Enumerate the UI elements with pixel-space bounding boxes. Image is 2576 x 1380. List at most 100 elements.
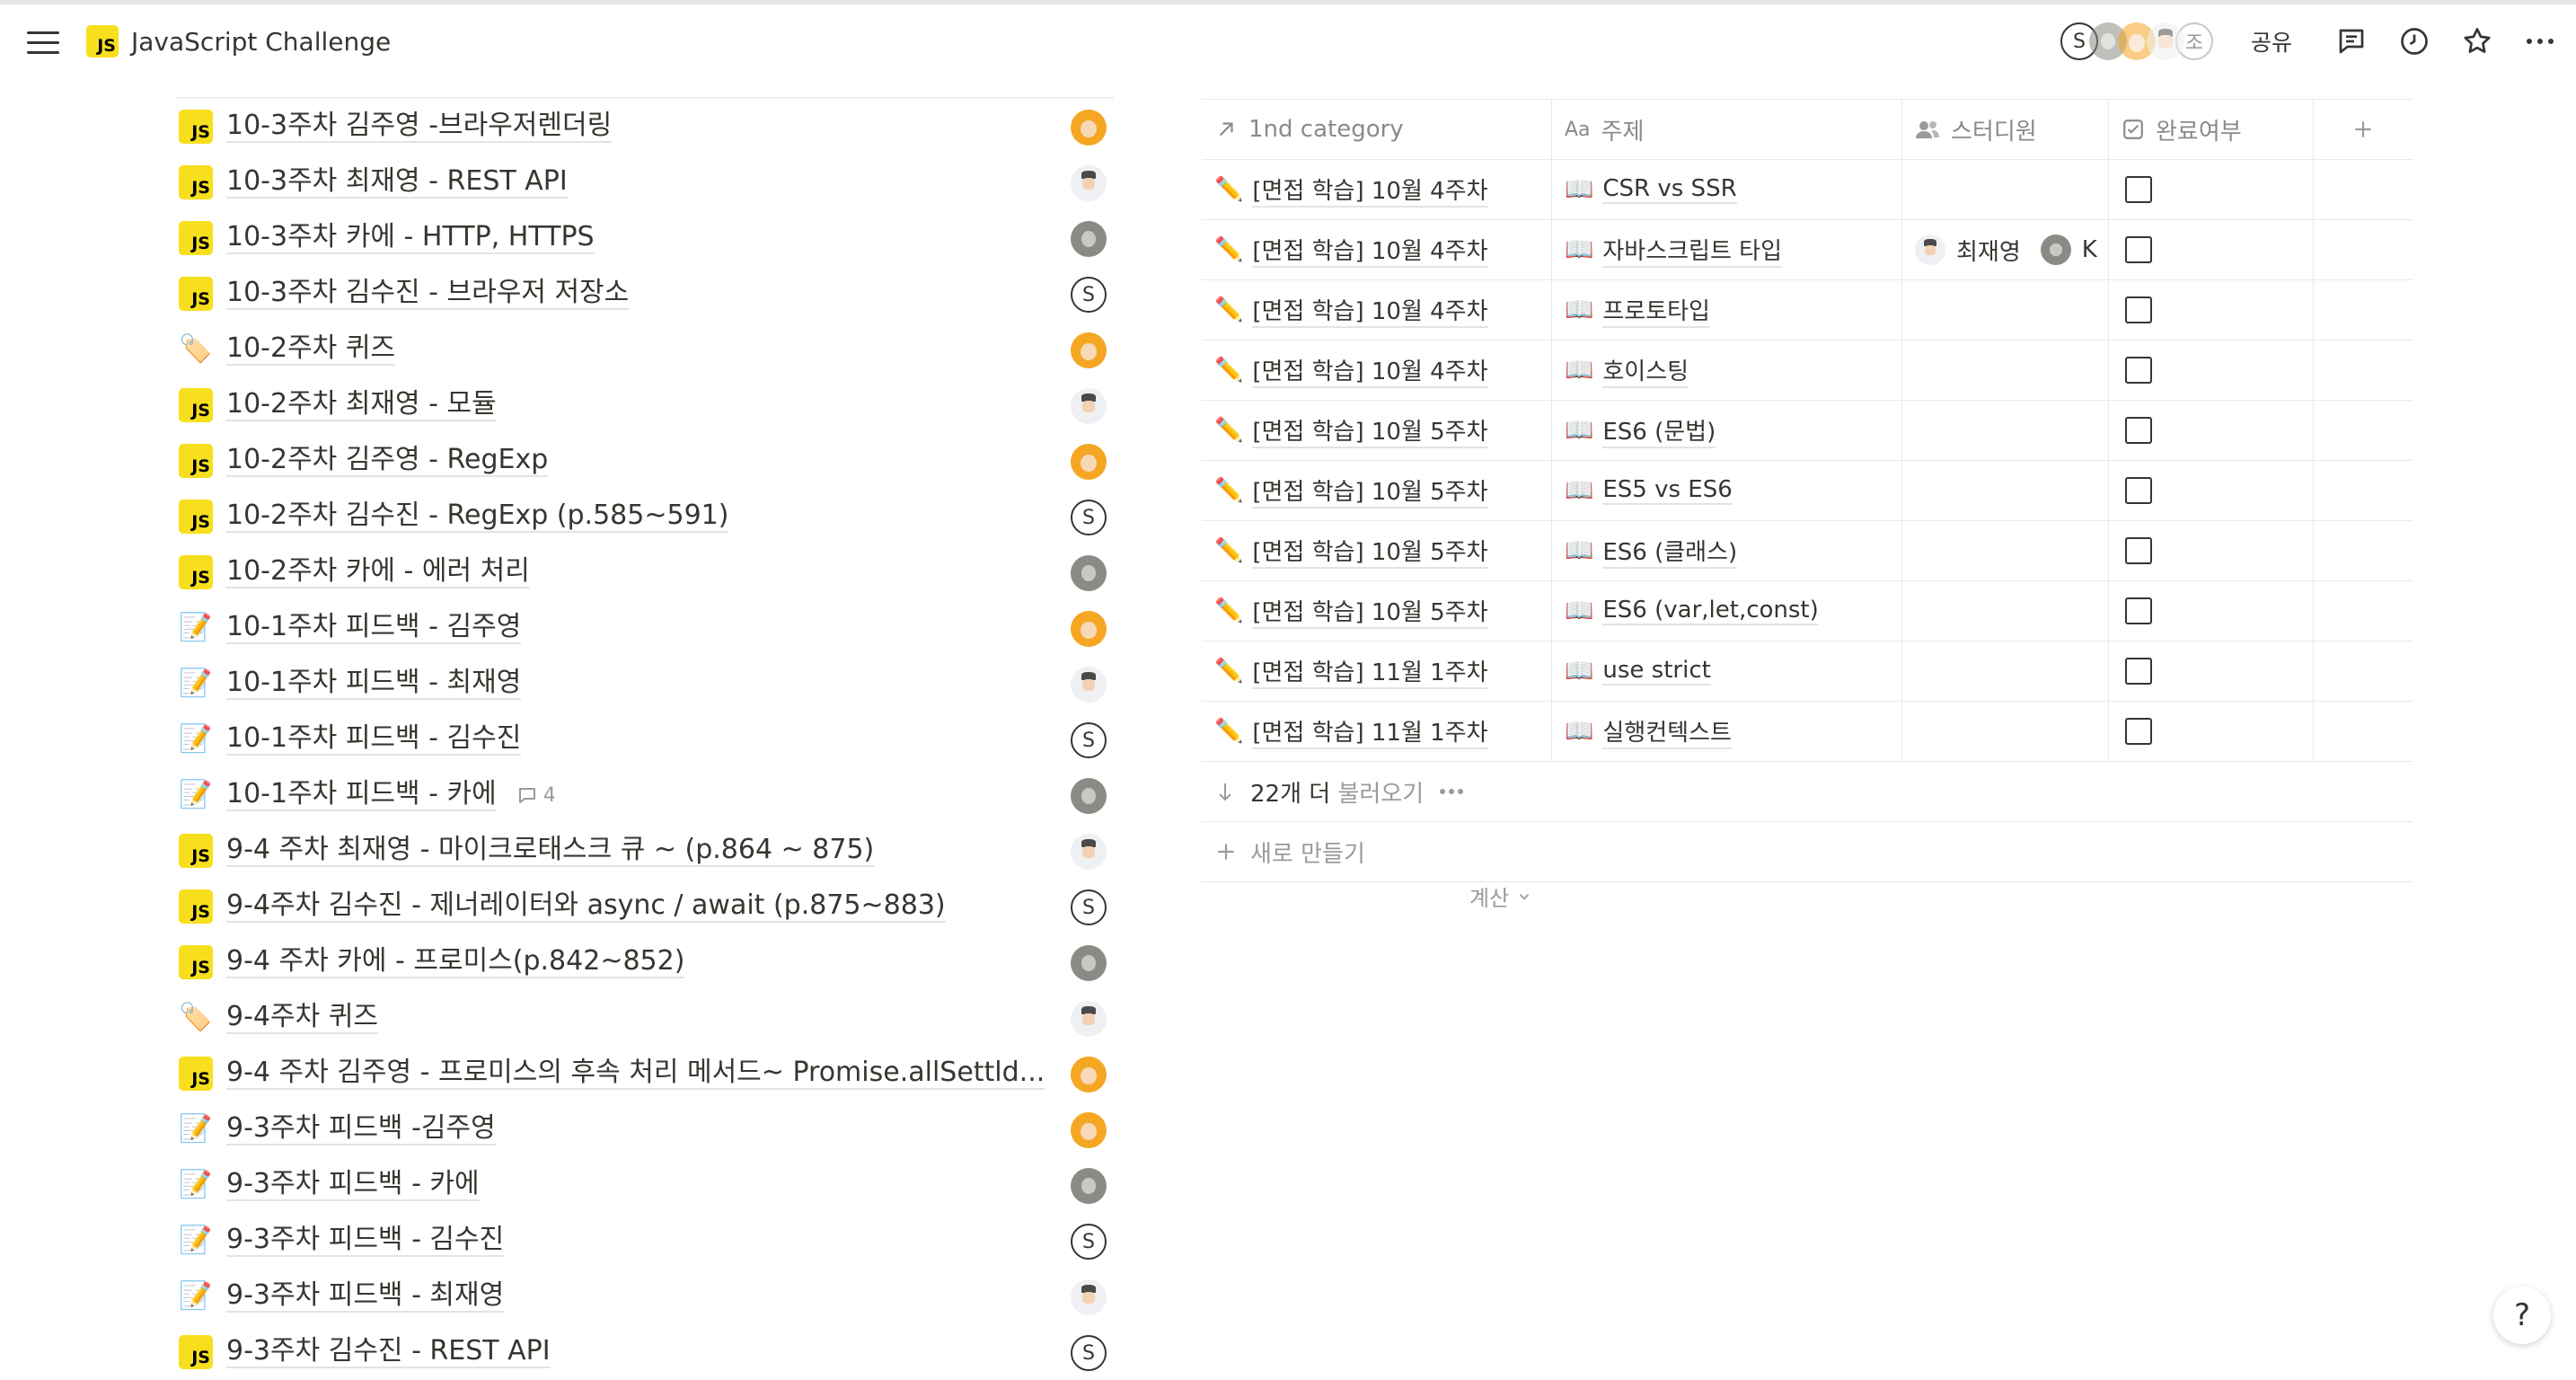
list-item[interactable]: 📝 9-3주차 피드백 - 카에 [176,1157,1114,1213]
list-item-title[interactable]: 9-3주차 피드백 - 최재영 [226,1280,505,1314]
topic-cell[interactable]: 📖 프로토타입 [1552,280,1902,340]
list-item[interactable]: 📝 10-1주차 피드백 - 김수진 S [176,712,1114,767]
list-item[interactable]: 📝 10-1주차 피드백 - 김주영 [176,600,1114,656]
category-link[interactable]: [면접 학습] 10월 5주차 [1252,473,1488,509]
category-cell[interactable]: ✏️ [면접 학습] 10월 4주차 [1202,220,1552,279]
members-cell[interactable] [1902,280,2109,340]
comment-count[interactable]: 4 [516,784,556,807]
topic-cell[interactable]: 📖 ES6 (클래스) [1552,521,1902,580]
done-checkbox[interactable] [2125,296,2152,323]
list-item-title[interactable]: 10-2주차 최재영 - 모듈 [226,389,497,422]
done-checkbox[interactable] [2125,357,2152,384]
help-button[interactable]: ? [2493,1287,2551,1344]
more-dots-icon[interactable] [2522,23,2558,59]
category-link[interactable]: [면접 학습] 10월 4주차 [1252,172,1488,208]
history-clock-icon[interactable] [2396,23,2432,59]
list-item[interactable]: 📝 9-3주차 피드백 -김주영 [176,1101,1114,1157]
done-checkbox[interactable] [2125,537,2152,564]
list-item-title[interactable]: 9-3주차 피드백 - 카에 [226,1169,480,1202]
members-cell[interactable] [1902,702,2109,761]
category-cell[interactable]: ✏️ [면접 학습] 10월 5주차 [1202,401,1552,460]
category-cell[interactable]: ✏️ [면접 학습] 10월 4주차 [1202,160,1552,219]
list-item[interactable]: JS 10-3주차 카에 - HTTP, HTTPS [176,210,1114,266]
list-item[interactable]: 🏷️ 10-2주차 퀴즈 [176,322,1114,377]
list-item[interactable]: JS 9-4 주차 카에 - 프로미스(p.842~852) [176,934,1114,990]
list-item-title[interactable]: 10-3주차 김주영 -브라우저렌더링 [226,111,613,144]
category-link[interactable]: [면접 학습] 10월 4주차 [1252,233,1488,268]
done-checkbox[interactable] [2125,597,2152,624]
category-cell[interactable]: ✏️ [면접 학습] 10월 4주차 [1202,341,1552,400]
list-item-title[interactable]: 10-1주차 피드백 - 최재영 [226,668,522,701]
list-item[interactable]: JS 10-2주차 카에 - 에러 처리 [176,544,1114,600]
category-link[interactable]: [면접 학습] 10월 5주차 [1252,413,1488,448]
topic-link[interactable]: ES5 vs ES6 [1602,476,1733,505]
topic-link[interactable]: 자바스크립트 타입 [1602,233,1782,268]
list-item-title[interactable]: 10-3주차 최재영 - REST API [226,166,568,199]
category-link[interactable]: [면접 학습] 11월 1주차 [1252,654,1488,689]
comment-icon[interactable] [2333,23,2369,59]
done-checkbox[interactable] [2125,658,2152,685]
list-item-title[interactable]: 9-4 주차 최재영 - 마이크로태스크 큐 ~ (p.864 ~ 875) [226,835,875,868]
list-item-title[interactable]: 10-3주차 김수진 - 브라우저 저장소 [226,278,630,311]
list-item[interactable]: JS 10-3주차 김수진 - 브라우저 저장소 S [176,266,1114,322]
list-item-title[interactable]: 10-1주차 피드백 - 김주영 [226,612,522,645]
done-checkbox[interactable] [2125,417,2152,444]
favorite-star-icon[interactable] [2459,23,2495,59]
members-cell[interactable] [1902,581,2109,641]
list-item-title[interactable]: 9-3주차 김수진 - REST API [226,1336,551,1369]
topic-link[interactable]: 실행컨텍스트 [1602,714,1732,749]
topic-cell[interactable]: 📖 use strict [1552,641,1902,701]
topic-cell[interactable]: 📖 ES6 (var,let,const) [1552,581,1902,641]
list-item-title[interactable]: 10-3주차 카에 - HTTP, HTTPS [226,222,595,255]
list-item[interactable]: JS 10-3주차 최재영 - REST API [176,155,1114,210]
category-cell[interactable]: ✏️ [면접 학습] 10월 5주차 [1202,581,1552,641]
category-link[interactable]: [면접 학습] 10월 4주차 [1252,353,1488,388]
category-link[interactable]: [면접 학습] 10월 5주차 [1252,594,1488,629]
members-cell[interactable] [1902,401,2109,460]
topic-link[interactable]: 호이스팅 [1602,353,1689,388]
list-item-title[interactable]: 10-1주차 피드백 - 김수진 [226,723,522,756]
list-item[interactable]: JS 9-4 주차 김주영 - 프로미스의 후속 처리 메서드~ Promise.… [176,1046,1114,1101]
page-title[interactable]: JavaScript Challenge [131,27,391,57]
breadcrumb[interactable]: JS JavaScript Challenge [86,25,391,58]
column-header-done[interactable]: 완료여부 [2109,100,2314,159]
list-item-title[interactable]: 9-3주차 피드백 - 김수진 [226,1225,505,1258]
topic-cell[interactable]: 📖 ES6 (문법) [1552,401,1902,460]
list-item[interactable]: 📝 10-1주차 피드백 - 최재영 [176,656,1114,712]
list-item[interactable]: JS 9-4주차 김수진 - 제너레이터와 async / await (p.87… [176,879,1114,934]
sidebar-menu-icon[interactable] [27,27,59,54]
category-cell[interactable]: ✏️ [면접 학습] 10월 5주차 [1202,521,1552,580]
list-item[interactable]: JS 9-4 주차 최재영 - 마이크로태스크 큐 ~ (p.864 ~ 875) [176,823,1114,879]
add-column-button[interactable] [2314,100,2413,159]
topic-link[interactable]: use strict [1602,657,1711,686]
list-item-title[interactable]: 9-4 주차 김주영 - 프로미스의 후속 처리 메서드~ Promise.al… [226,1057,1045,1091]
topic-link[interactable]: 프로토타입 [1602,293,1710,328]
category-cell[interactable]: ✏️ [면접 학습] 11월 1주차 [1202,641,1552,701]
list-item[interactable]: 🏷️ 9-4주차 퀴즈 [176,990,1114,1046]
load-more-button[interactable]: 22개 더 불러오기 [1202,762,2413,822]
more-dots-icon[interactable] [1438,787,1465,796]
members-cell[interactable] [1902,521,2109,580]
members-cell[interactable] [1902,461,2109,520]
topic-cell[interactable]: 📖 CSR vs SSR [1552,160,1902,219]
list-item-title[interactable]: 10-2주차 카에 - 에러 처리 [226,556,530,589]
topic-cell[interactable]: 📖 실행컨텍스트 [1552,702,1902,761]
done-checkbox[interactable] [2125,236,2152,263]
list-item[interactable]: 📝 10-1주차 피드백 - 카에 4 [176,767,1114,823]
topic-cell[interactable]: 📖 자바스크립트 타입 [1552,220,1902,279]
list-item-title[interactable]: 9-4주차 김수진 - 제너레이터와 async / await (p.875~… [226,890,946,924]
topic-cell[interactable]: 📖 ES5 vs ES6 [1552,461,1902,520]
list-item[interactable]: JS 10-2주차 김주영 - RegExp [176,433,1114,489]
category-cell[interactable]: ✏️ [면접 학습] 10월 5주차 [1202,461,1552,520]
calculate-dropdown[interactable]: 계산 [1469,880,1532,912]
category-link[interactable]: [면접 학습] 10월 4주차 [1252,293,1488,328]
topic-cell[interactable]: 📖 호이스팅 [1552,341,1902,400]
topic-link[interactable]: ES6 (문법) [1602,413,1716,448]
list-item[interactable]: JS 10-2주차 최재영 - 모듈 [176,377,1114,433]
list-item-title[interactable]: 9-3주차 피드백 -김주영 [226,1113,496,1146]
topic-link[interactable]: CSR vs SSR [1602,175,1737,204]
topic-link[interactable]: ES6 (var,let,const) [1602,597,1819,625]
topic-link[interactable]: ES6 (클래스) [1602,534,1738,569]
category-link[interactable]: [면접 학습] 11월 1주차 [1252,714,1488,749]
column-header-topic[interactable]: Aa 주제 [1552,100,1902,159]
